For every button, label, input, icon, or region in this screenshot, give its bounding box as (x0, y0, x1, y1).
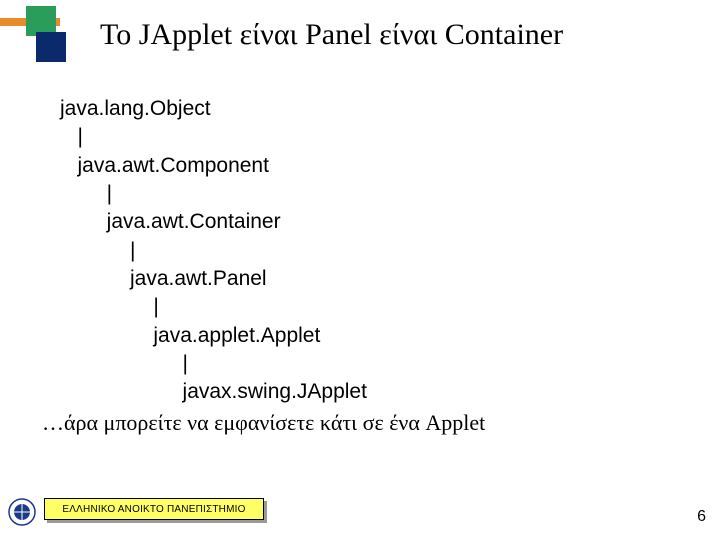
footnote-text: …άρα μπορείτε να εμφανίσετε κάτι σε ένα … (42, 410, 485, 436)
institution-logo-icon (8, 498, 36, 526)
institution-badge: ΕΛΛΗΝΙΚΟ ΑΝΟΙΚΤΟ ΠΑΝΕΠΙΣΤΗΜΙΟ (44, 498, 264, 522)
hierarchy-pipe: | (60, 125, 83, 148)
hierarchy-pipe: | (60, 182, 112, 205)
badge-label: ΕΛΛΗΝΙΚΟ ΑΝΟΙΚΤΟ ΠΑΝΕΠΙΣΤΗΜΙΟ (62, 504, 245, 515)
hierarchy-pipe: | (60, 239, 135, 262)
hierarchy-pipe: | (60, 295, 159, 318)
hierarchy-line: javax.swing.JApplet (60, 380, 367, 403)
hierarchy-line: java.applet.Applet (60, 324, 320, 347)
hierarchy-line: java.awt.Container (60, 210, 281, 233)
hierarchy-line: java.lang.Object (60, 97, 211, 120)
deco-blue-square (36, 32, 66, 62)
page-number: 6 (697, 508, 706, 526)
class-hierarchy: java.lang.Object | java.awt.Component | … (60, 95, 367, 407)
hierarchy-line: java.awt.Panel (60, 267, 267, 290)
hierarchy-line: java.awt.Component (60, 154, 269, 177)
hierarchy-pipe: | (60, 352, 188, 375)
slide-title: Το JApplet είναι Panel είναι Container (100, 18, 563, 52)
badge-face: ΕΛΛΗΝΙΚΟ ΑΝΟΙΚΤΟ ΠΑΝΕΠΙΣΤΗΜΙΟ (44, 498, 264, 520)
